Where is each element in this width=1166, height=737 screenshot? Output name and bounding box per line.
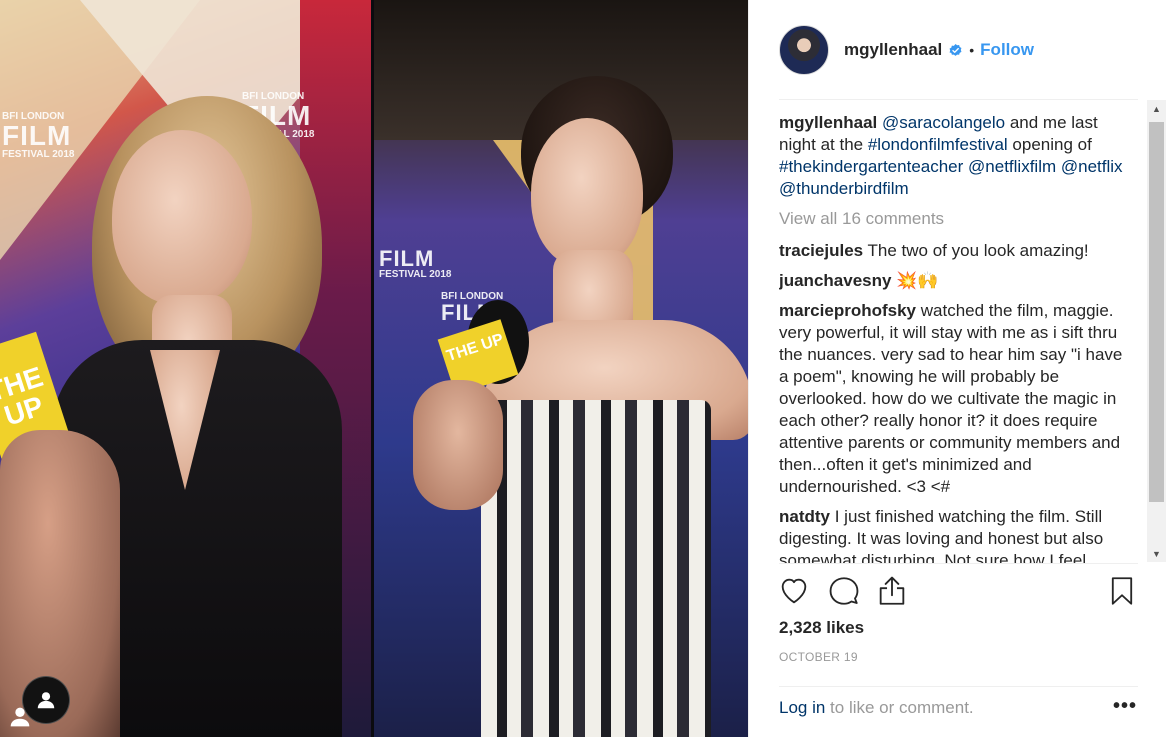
post-photo[interactable]: BFI LONDON FILM FESTIVAL 2018 BFI LONDON… xyxy=(0,0,748,737)
heart-icon xyxy=(781,578,807,604)
comment: juanchavesny 💥🙌 xyxy=(779,270,1124,292)
likes-count[interactable]: 2,328 likes xyxy=(779,618,864,638)
comment-username[interactable]: marcieprohofsky xyxy=(779,301,916,320)
mention-link[interactable]: @saracolangelo xyxy=(882,113,1005,132)
comment-icon xyxy=(829,577,859,605)
login-link[interactable]: Log in xyxy=(779,698,825,717)
hashtag-link[interactable]: #thekindergartenteacher xyxy=(779,157,963,176)
photo-left-pane: BFI LONDON FILM FESTIVAL 2018 BFI LONDON… xyxy=(0,0,373,737)
divider xyxy=(779,686,1138,687)
share-button[interactable] xyxy=(875,574,909,608)
interviewer-hand xyxy=(413,380,503,510)
festival-logo-line3: FESTIVAL 2018 xyxy=(379,269,452,280)
comment-username[interactable]: traciejules xyxy=(779,241,863,260)
comment-text: watched the film, maggie. very powerful,… xyxy=(779,301,1123,496)
festival-logo: BFI LONDON FILM FESTIVAL 2018 xyxy=(2,112,74,160)
like-button[interactable] xyxy=(777,574,811,608)
verified-badge-icon xyxy=(949,43,962,56)
comment-button[interactable] xyxy=(827,574,861,608)
person-face xyxy=(531,118,643,268)
mention-link[interactable]: @netflix xyxy=(1061,157,1123,176)
bookmark-icon xyxy=(1111,577,1133,605)
festival-logo-line2: FILM xyxy=(379,246,435,271)
festival-logo: FILM FESTIVAL 2018 xyxy=(379,248,451,280)
caption-username[interactable]: mgyllenhaal xyxy=(779,113,877,132)
comment: traciejules The two of you look amazing! xyxy=(779,240,1124,262)
caption-text: opening of xyxy=(1007,135,1092,154)
festival-logo-line3: FESTIVAL 2018 xyxy=(2,149,75,160)
comment-text: The two of you look amazing! xyxy=(867,241,1089,260)
person-face xyxy=(112,130,252,305)
festival-logo-line2: FILM xyxy=(2,120,72,151)
separator-dot: • xyxy=(969,42,975,58)
post-header: mgyllenhaal • Follow xyxy=(749,0,1166,100)
login-prompt: Log in to like or comment. xyxy=(779,698,1139,718)
mention-link[interactable]: @netflixfilm xyxy=(968,157,1056,176)
save-button[interactable] xyxy=(1105,574,1139,608)
post-date: OCTOBER 19 xyxy=(779,650,858,664)
post-detail-panel: mgyllenhaal • Follow mgyllenhaal @saraco… xyxy=(748,0,1166,737)
photo-divider xyxy=(371,0,374,737)
person-dress xyxy=(481,400,711,737)
comment-username[interactable]: juanchavesny xyxy=(779,271,891,290)
post-actions xyxy=(777,574,1139,612)
header-username[interactable]: mgyllenhaal xyxy=(844,40,942,60)
scrollbar-thumb[interactable] xyxy=(1149,122,1164,502)
follow-button[interactable]: Follow xyxy=(980,40,1034,60)
mention-link[interactable]: @thunderbirdfilm xyxy=(779,179,909,198)
user-tag-icon xyxy=(10,707,30,727)
caption: mgyllenhaal @saracolangelo and me last n… xyxy=(779,112,1124,200)
scroll-down-arrow-icon[interactable]: ▼ xyxy=(1147,545,1166,562)
comments-scrollbar[interactable]: ▲ ▼ xyxy=(1147,100,1166,562)
photo-right-pane: FILM FESTIVAL 2018 BFI LONDON FILM THE U… xyxy=(373,0,748,737)
comment-username[interactable]: natdty xyxy=(779,507,830,526)
comment: marcieprohofsky watched the film, maggie… xyxy=(779,300,1124,498)
divider xyxy=(779,563,1138,564)
view-all-comments-link[interactable]: View all 16 comments xyxy=(779,208,1124,230)
avatar[interactable] xyxy=(779,25,829,75)
scroll-up-arrow-icon[interactable]: ▲ xyxy=(1147,100,1166,117)
share-icon xyxy=(879,576,905,605)
hashtag-link[interactable]: #londonfilmfestival xyxy=(868,135,1008,154)
person-icon xyxy=(37,692,55,709)
comment: natdty I just finished watching the film… xyxy=(779,506,1124,564)
comment-text: 💥🙌 xyxy=(896,271,939,290)
divider xyxy=(779,99,1138,100)
login-prompt-text: to like or comment. xyxy=(825,698,974,717)
comments-list[interactable]: mgyllenhaal @saracolangelo and me last n… xyxy=(779,112,1124,564)
more-options-button[interactable]: ••• xyxy=(1113,695,1137,718)
